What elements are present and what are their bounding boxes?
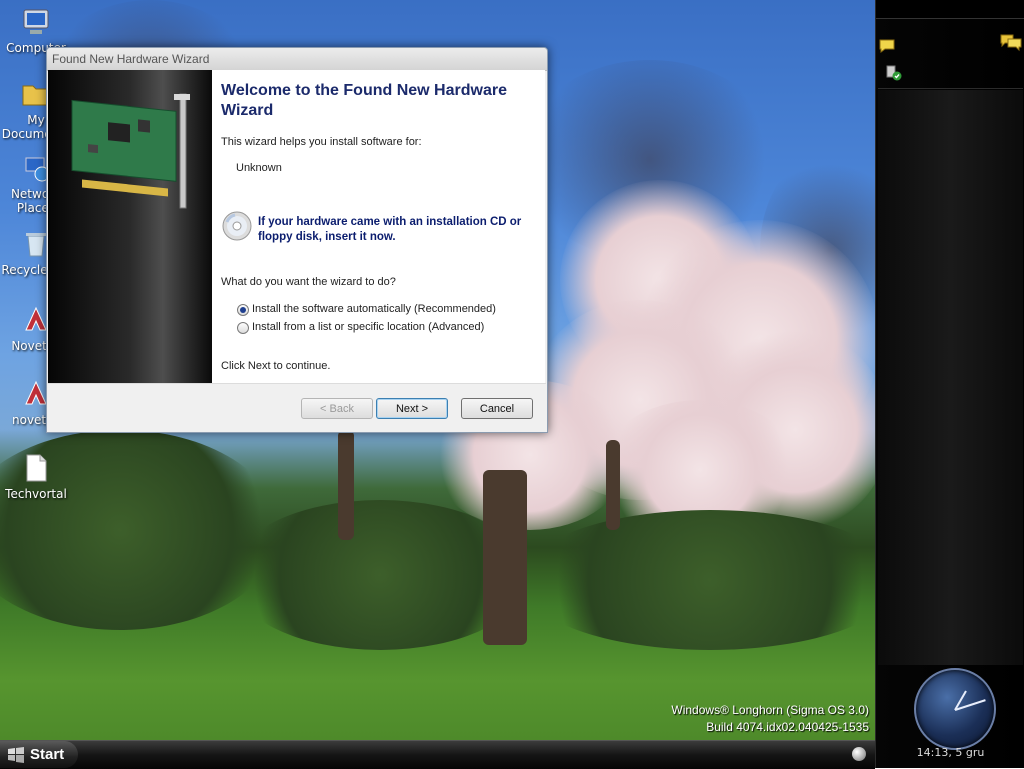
watermark-line-1: Windows® Longhorn (Sigma OS 3.0): [671, 703, 869, 717]
option-advanced-label[interactable]: Install from a list or specific location…: [252, 321, 484, 333]
device-name: Unknown: [236, 162, 282, 174]
desktop-icon-techvortal[interactable]: Techvortal: [0, 452, 72, 501]
hardware-card-icon: [71, 93, 190, 209]
analog-clock[interactable]: [914, 668, 996, 750]
sidebar-tray: [876, 30, 1024, 81]
question-text: What do you want the wizard to do?: [221, 276, 396, 288]
wizard-heading: Welcome to the Found New Hardware Wizard: [221, 82, 507, 119]
start-label: Start: [30, 746, 65, 763]
computer-icon: [23, 9, 49, 34]
chat-bubble-icon[interactable]: [878, 38, 896, 54]
sidebar-divider: [878, 88, 1023, 89]
cd-icon: [222, 211, 252, 241]
cd-instruction: If your hardware came with an installati…: [258, 216, 522, 243]
start-button[interactable]: Start: [0, 741, 78, 768]
sidebar: 14:13, 5 gru: [875, 0, 1024, 768]
show-sidebar-orb[interactable]: [852, 747, 866, 761]
sidebar-panel: [878, 90, 1023, 665]
desktop-icon-label: Techvortal: [5, 487, 67, 501]
taskbar: Start: [0, 740, 875, 769]
chat-bubbles-icon[interactable]: [1000, 34, 1022, 52]
intro-text: This wizard helps you install software f…: [221, 136, 422, 148]
wizard-footer: < Back Next > Cancel: [48, 383, 546, 432]
wizard-banner: [48, 70, 212, 383]
security-check-icon[interactable]: [886, 65, 902, 81]
windows-flag-icon: [8, 747, 24, 763]
clock-date-text: 14:13, 5 gru: [916, 746, 985, 759]
window-title[interactable]: Found New Hardware Wizard: [47, 48, 547, 71]
found-new-hardware-wizard: Found New Hardware Wizard Welcome to the…: [46, 47, 548, 433]
file-icon: [26, 454, 47, 482]
radio-install-automatically[interactable]: [237, 304, 249, 316]
option-automatic-label[interactable]: Install the software automatically (Reco…: [252, 303, 496, 315]
continue-text: Click Next to continue.: [221, 360, 331, 372]
build-watermark: Windows® Longhorn (Sigma OS 3.0) Build 4…: [671, 702, 869, 736]
back-button[interactable]: < Back: [301, 398, 373, 419]
watermark-line-2: Build 4074.idx02.040425-1535: [706, 720, 869, 734]
next-button[interactable]: Next >: [376, 398, 448, 419]
radio-install-from-list[interactable]: [237, 322, 249, 334]
wizard-content: Welcome to the Found New Hardware Wizard…: [212, 70, 545, 383]
cancel-button[interactable]: Cancel: [461, 398, 533, 419]
sidebar-top-bar: [876, 0, 1024, 19]
